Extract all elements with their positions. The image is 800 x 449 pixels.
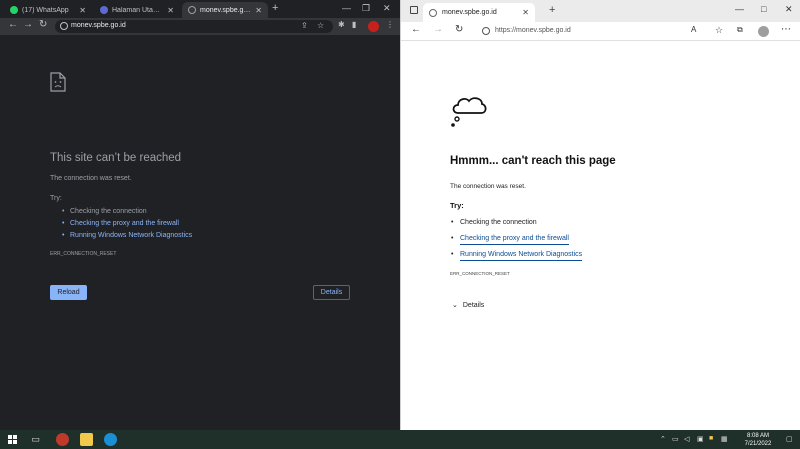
back-arrow-icon[interactable]: ← (411, 24, 421, 35)
windows-start-icon[interactable] (8, 435, 17, 444)
notifications-icon[interactable]: ▢ (786, 435, 793, 443)
edge-tab-strip: monev.spbe.go.id ✕ + — □ ✕ (401, 0, 800, 22)
bookmark-star-icon[interactable]: ☆ (317, 21, 324, 30)
suggestion-check-proxy-link[interactable]: Checking the proxy and the firewall (62, 218, 192, 230)
address-url[interactable]: monev.spbe.go.id (71, 22, 126, 29)
details-button[interactable]: Details (313, 285, 350, 300)
chrome-tab-whatsapp[interactable]: (17) WhatsApp ✕ (4, 2, 92, 18)
profile-avatar[interactable] (368, 21, 379, 32)
tab-title: monev.spbe.go.id (442, 9, 497, 16)
chrome-tab-strip: (17) WhatsApp ✕ Halaman Utama Ecr ✕ mone… (0, 0, 400, 18)
edge-window: monev.spbe.go.id ✕ + — □ ✕ ← → ↻ https:/… (400, 0, 800, 430)
details-label: Details (462, 302, 485, 309)
windows-taskbar: ▭ ⌃ ▭ ◁ ▣ ■ ▦ 8:08 AM 7/21/2022 ▢ (0, 430, 800, 449)
chrome-address-bar[interactable]: monev.spbe.go.id ⇪ ☆ (55, 20, 333, 33)
tab-title: (17) WhatsApp (22, 6, 69, 14)
site-info-icon[interactable] (60, 22, 68, 30)
maximize-icon[interactable]: ❐ (362, 3, 370, 14)
site-info-icon[interactable] (482, 27, 490, 35)
task-view-icon[interactable]: ▭ (29, 433, 42, 446)
close-window-icon[interactable]: ✕ (383, 3, 391, 14)
edge-address-bar[interactable]: https://monev.spbe.go.id (474, 24, 674, 38)
chrome-toolbar: ← → ↻ monev.spbe.go.id ⇪ ☆ ✱ ▮ ⋮ (0, 18, 400, 35)
whatsapp-icon (10, 6, 18, 14)
back-arrow-icon[interactable]: ← (8, 19, 18, 30)
suggestion-check-proxy-link[interactable]: Checking the proxy and the firewall (451, 233, 582, 249)
collections-icon[interactable]: ⧉ (737, 25, 743, 35)
forward-arrow-icon[interactable]: → (433, 24, 443, 35)
suggestion-diagnostics-link[interactable]: Running Windows Network Diagnostics (451, 249, 583, 265)
favorites-star-icon[interactable]: ☆ (715, 25, 723, 36)
error-message: The connection was reset. (50, 175, 132, 182)
suggestion-list: Checking the connection Checking the pro… (62, 206, 192, 242)
close-tab-icon[interactable]: ✕ (79, 6, 86, 15)
tab-title: monev.spbe.go.id (200, 6, 252, 14)
new-tab-button[interactable]: + (549, 4, 555, 16)
error-message: The connection was reset. (450, 183, 526, 190)
read-aloud-icon[interactable]: A (691, 25, 696, 34)
chrome-page-content (0, 35, 400, 430)
error-title: Hmmm... can't reach this page (450, 155, 616, 167)
suggestion-check-connection: Checking the connection (62, 206, 192, 218)
minimize-icon[interactable]: — (735, 4, 744, 14)
chevron-down-icon: ⌄ (452, 302, 458, 309)
desktop-screen: (17) WhatsApp ✕ Halaman Utama Ecr ✕ mone… (0, 0, 800, 449)
globe-icon (188, 6, 196, 14)
chrome-window: (17) WhatsApp ✕ Halaman Utama Ecr ✕ mone… (0, 0, 400, 430)
chrome-tab-monev[interactable]: monev.spbe.go.id ✕ (182, 2, 268, 18)
suggestion-check-connection: Checking the connection (451, 217, 582, 233)
site-favicon-icon (429, 8, 437, 17)
details-toggle[interactable]: ⌄ Details (452, 301, 484, 309)
forward-arrow-icon[interactable]: → (23, 19, 33, 30)
sad-file-icon (50, 72, 66, 92)
taskbar-app-icon[interactable] (56, 433, 69, 446)
edge-toolbar: ← → ↻ https://monev.spbe.go.id A ☆ ⧉ ⋯ (401, 22, 800, 41)
volume-icon[interactable]: ◁ (684, 435, 689, 443)
error-title: This site can’t be reached (50, 152, 182, 164)
clock-time: 8:08 AM (746, 433, 769, 439)
maximize-icon[interactable]: □ (761, 4, 766, 14)
chrome-tab-halaman[interactable]: Halaman Utama Ecr ✕ (94, 2, 180, 18)
tray-app-icon[interactable]: ▣ (697, 435, 704, 443)
reload-button[interactable]: Reload (50, 285, 87, 300)
tray-chevron-up-icon[interactable]: ⌃ (660, 435, 666, 443)
taskbar-clock[interactable]: 8:08 AM 7/21/2022 (737, 432, 779, 448)
thought-cloud-icon (451, 97, 487, 127)
tray-app-icon[interactable]: ▦ (721, 435, 728, 443)
settings-more-icon[interactable]: ⋯ (781, 24, 791, 35)
share-icon[interactable]: ⇪ (301, 21, 308, 30)
edge-tab-monev[interactable]: monev.spbe.go.id ✕ (423, 3, 535, 22)
close-window-icon[interactable]: ✕ (785, 4, 793, 15)
try-label: Try: (50, 195, 62, 202)
error-code: ERR_CONNECTION_RESET (50, 251, 117, 257)
extensions-icon[interactable]: ✱ (338, 20, 345, 29)
clock-date: 7/21/2022 (744, 441, 772, 447)
suggestion-list: Checking the connection Checking the pro… (451, 217, 583, 265)
minimize-icon[interactable]: — (342, 3, 351, 13)
new-tab-button[interactable]: + (272, 2, 278, 14)
file-explorer-icon[interactable] (80, 433, 93, 446)
close-tab-icon[interactable]: ✕ (522, 8, 529, 17)
edge-browser-icon[interactable] (104, 433, 117, 446)
side-panel-icon[interactable]: ▮ (352, 20, 356, 29)
profile-avatar[interactable] (758, 26, 769, 37)
menu-kebab-icon[interactable]: ⋮ (386, 20, 394, 29)
close-tab-icon[interactable]: ✕ (255, 6, 262, 15)
tab-title: Halaman Utama Ecr (112, 6, 163, 14)
error-code: ERR_CONNECTION_RESET (450, 271, 510, 276)
tray-app-icon[interactable]: ■ (709, 435, 713, 442)
network-icon[interactable]: ▭ (672, 435, 679, 443)
reload-icon[interactable]: ↻ (39, 19, 47, 30)
site-favicon-icon (100, 6, 108, 14)
refresh-icon[interactable]: ↻ (455, 24, 463, 35)
close-tab-icon[interactable]: ✕ (167, 6, 174, 15)
suggestion-diagnostics-link[interactable]: Running Windows Network Diagnostics (62, 230, 192, 242)
tab-actions-icon[interactable] (410, 6, 418, 14)
address-url[interactable]: https://monev.spbe.go.id (495, 27, 571, 34)
try-label: Try: (450, 201, 464, 210)
